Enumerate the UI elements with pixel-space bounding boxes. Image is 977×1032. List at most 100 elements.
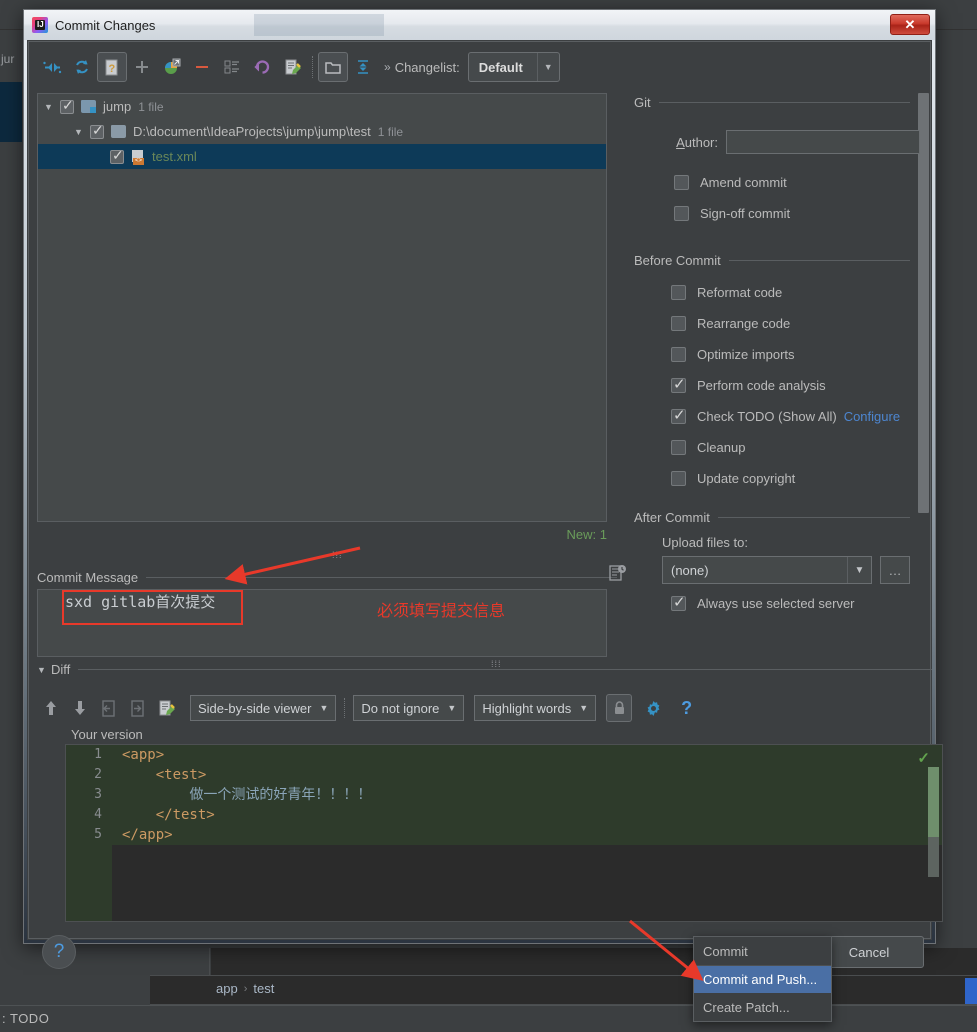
- breadcrumb-item-app[interactable]: app: [216, 981, 238, 996]
- dialog-body: ? » Changelist: Default ▼ ▼ ✓ jump 1 fil…: [28, 41, 943, 969]
- splitter-handle-diff[interactable]: ⁞⁞⁞: [491, 659, 502, 669]
- menu-item-commit[interactable]: Commit: [694, 937, 831, 965]
- refresh-icon[interactable]: [67, 52, 97, 82]
- dialog-title: Commit Changes: [55, 17, 156, 33]
- accept-right-icon[interactable]: [124, 694, 151, 722]
- chevron-down-icon[interactable]: ▼: [847, 557, 871, 583]
- collapse-arrows-icon[interactable]: [37, 52, 67, 82]
- add-icon[interactable]: [127, 52, 157, 82]
- group-by-directory-icon[interactable]: [318, 52, 348, 82]
- expand-collapse-icon[interactable]: [348, 52, 378, 82]
- diff-line-numbers: 1 2 3 4 5: [66, 745, 112, 921]
- checkbox-cleanup[interactable]: Cleanup: [671, 432, 930, 463]
- tree-node-directory[interactable]: ▼ D:\document\IdeaProjects\jump\jump\tes…: [38, 119, 606, 144]
- background-scrollbar-marker[interactable]: [965, 978, 977, 1004]
- inspection-ok-icon[interactable]: ✓: [917, 749, 930, 767]
- chevron-down-icon[interactable]: ▼: [447, 703, 456, 713]
- gear-icon[interactable]: [640, 694, 667, 722]
- checkbox-box[interactable]: [671, 440, 686, 455]
- chevron-down-icon[interactable]: ▼: [319, 703, 328, 713]
- checkbox-amend-commit[interactable]: Amend commit: [674, 167, 930, 198]
- tree-node-module[interactable]: ▼ jump 1 file: [38, 94, 606, 119]
- changed-files-tree[interactable]: ▼ jump 1 file ▼ D:\document\IdeaProjects…: [37, 93, 607, 522]
- move-to-changelist-icon[interactable]: [157, 52, 187, 82]
- checkbox-update-copyright[interactable]: Update copyright: [671, 463, 930, 494]
- diff-section-header[interactable]: ▼ Diff: [37, 662, 932, 677]
- menu-item-create-patch[interactable]: Create Patch...: [694, 993, 831, 1021]
- checkbox-reformat-code[interactable]: Reformat code: [671, 277, 930, 308]
- checkbox-box[interactable]: [671, 406, 686, 424]
- breadcrumb-item-test[interactable]: test: [253, 981, 274, 996]
- checkbox-box[interactable]: [674, 175, 689, 190]
- chevron-down-icon[interactable]: ▼: [74, 127, 90, 137]
- help-icon[interactable]: ?: [673, 694, 700, 722]
- prev-difference-icon[interactable]: [37, 694, 64, 722]
- splitter-handle-top[interactable]: ⁞⁞⁞: [332, 550, 343, 560]
- checkbox-box[interactable]: [671, 471, 686, 486]
- menu-item-commit-and-push[interactable]: Commit and Push...: [694, 965, 831, 993]
- browse-servers-button[interactable]: …: [880, 556, 910, 584]
- background-left-label: jur: [1, 52, 15, 66]
- checkbox-box[interactable]: [671, 285, 686, 300]
- checkbox-optimize-imports[interactable]: Optimize imports: [671, 339, 930, 370]
- select-list-icon[interactable]: [217, 52, 247, 82]
- ignore-policy-combo[interactable]: Do not ignore ▼: [353, 695, 465, 721]
- checkbox-label: Check TODO (Show All): [697, 409, 837, 424]
- tree-node-checkbox[interactable]: [60, 97, 74, 114]
- author-field[interactable]: [726, 130, 920, 154]
- tree-node-label: jump: [103, 99, 132, 114]
- show-diff-icon[interactable]: ?: [97, 52, 127, 82]
- chevron-down-icon[interactable]: ▼: [536, 53, 559, 81]
- configure-link[interactable]: Configure: [844, 409, 900, 424]
- code-line: </app>: [122, 827, 173, 843]
- edit-source-icon[interactable]: [277, 52, 307, 82]
- checkbox-always-use-selected-server[interactable]: Always use selected server: [671, 588, 930, 619]
- background-left-selected-row: [0, 82, 22, 142]
- lock-icon[interactable]: [606, 694, 633, 722]
- author-row: Author:: [634, 130, 930, 154]
- dialog-titlebar[interactable]: IJ Commit Changes ✕: [24, 10, 935, 40]
- checkbox-label: Rearrange code: [697, 316, 791, 331]
- message-history-icon[interactable]: [609, 564, 627, 582]
- checkbox-perform-code-analysis[interactable]: Perform code analysis: [671, 370, 930, 401]
- upload-server-combo[interactable]: (none) ▼: [662, 556, 872, 584]
- checkbox-box[interactable]: [671, 316, 686, 331]
- tree-node-checkbox[interactable]: [90, 122, 104, 139]
- diff-viewer[interactable]: 1 2 3 4 5 <app> <test> 做一个测试的好青年！！！！ </t…: [65, 744, 943, 922]
- close-icon[interactable]: ✕: [890, 14, 930, 35]
- chevron-down-icon[interactable]: ▼: [44, 102, 60, 112]
- changelist-combo[interactable]: Default ▼: [467, 52, 560, 82]
- accept-left-icon[interactable]: [95, 694, 122, 722]
- next-difference-icon[interactable]: [66, 694, 93, 722]
- line-number: 3: [94, 787, 102, 802]
- checkbox-label: Always use selected server: [697, 596, 855, 611]
- checkbox-sign-off-commit[interactable]: Sign-off commit: [674, 198, 930, 229]
- edit-source-icon[interactable]: [153, 694, 180, 722]
- code-line: 做一个测试的好青年！！！！: [189, 787, 372, 803]
- checkbox-check-todo[interactable]: Check TODO (Show All) Configure: [671, 401, 930, 432]
- tree-node-checkbox[interactable]: [110, 147, 124, 164]
- diff-code-area[interactable]: <app> <test> 做一个测试的好青年！！！！ </test> </app…: [112, 745, 942, 921]
- diff-scrollbar-thumb-lower[interactable]: [928, 837, 939, 877]
- viewer-mode-combo[interactable]: Side-by-side viewer ▼: [190, 695, 337, 721]
- highlight-policy-combo[interactable]: Highlight words ▼: [474, 695, 597, 721]
- help-button[interactable]: ?: [42, 935, 76, 969]
- checkbox-rearrange-code[interactable]: Rearrange code: [671, 308, 930, 339]
- rollback-icon[interactable]: [247, 52, 277, 82]
- toolbar-more-icon[interactable]: »: [384, 60, 391, 74]
- tree-node-file[interactable]: <> test.xml: [38, 144, 606, 169]
- commit-options-panel: Git Author: Amend commit Sign-off commit…: [634, 93, 930, 657]
- chevron-down-icon[interactable]: ▼: [37, 665, 51, 675]
- tree-node-label: test.xml: [152, 149, 197, 164]
- checkbox-box[interactable]: [671, 375, 686, 393]
- checkbox-box[interactable]: [671, 347, 686, 362]
- diff-scrollbar-thumb[interactable]: [928, 767, 939, 837]
- checkbox-box[interactable]: [674, 206, 689, 221]
- breadcrumb[interactable]: app › test: [216, 981, 274, 996]
- status-bar-todo-label[interactable]: : TODO: [2, 1011, 49, 1026]
- delete-icon[interactable]: [187, 52, 217, 82]
- checkbox-label: Update copyright: [697, 471, 796, 486]
- author-label: Author:: [676, 134, 718, 150]
- checkbox-box[interactable]: [671, 593, 686, 611]
- chevron-down-icon[interactable]: ▼: [579, 703, 588, 713]
